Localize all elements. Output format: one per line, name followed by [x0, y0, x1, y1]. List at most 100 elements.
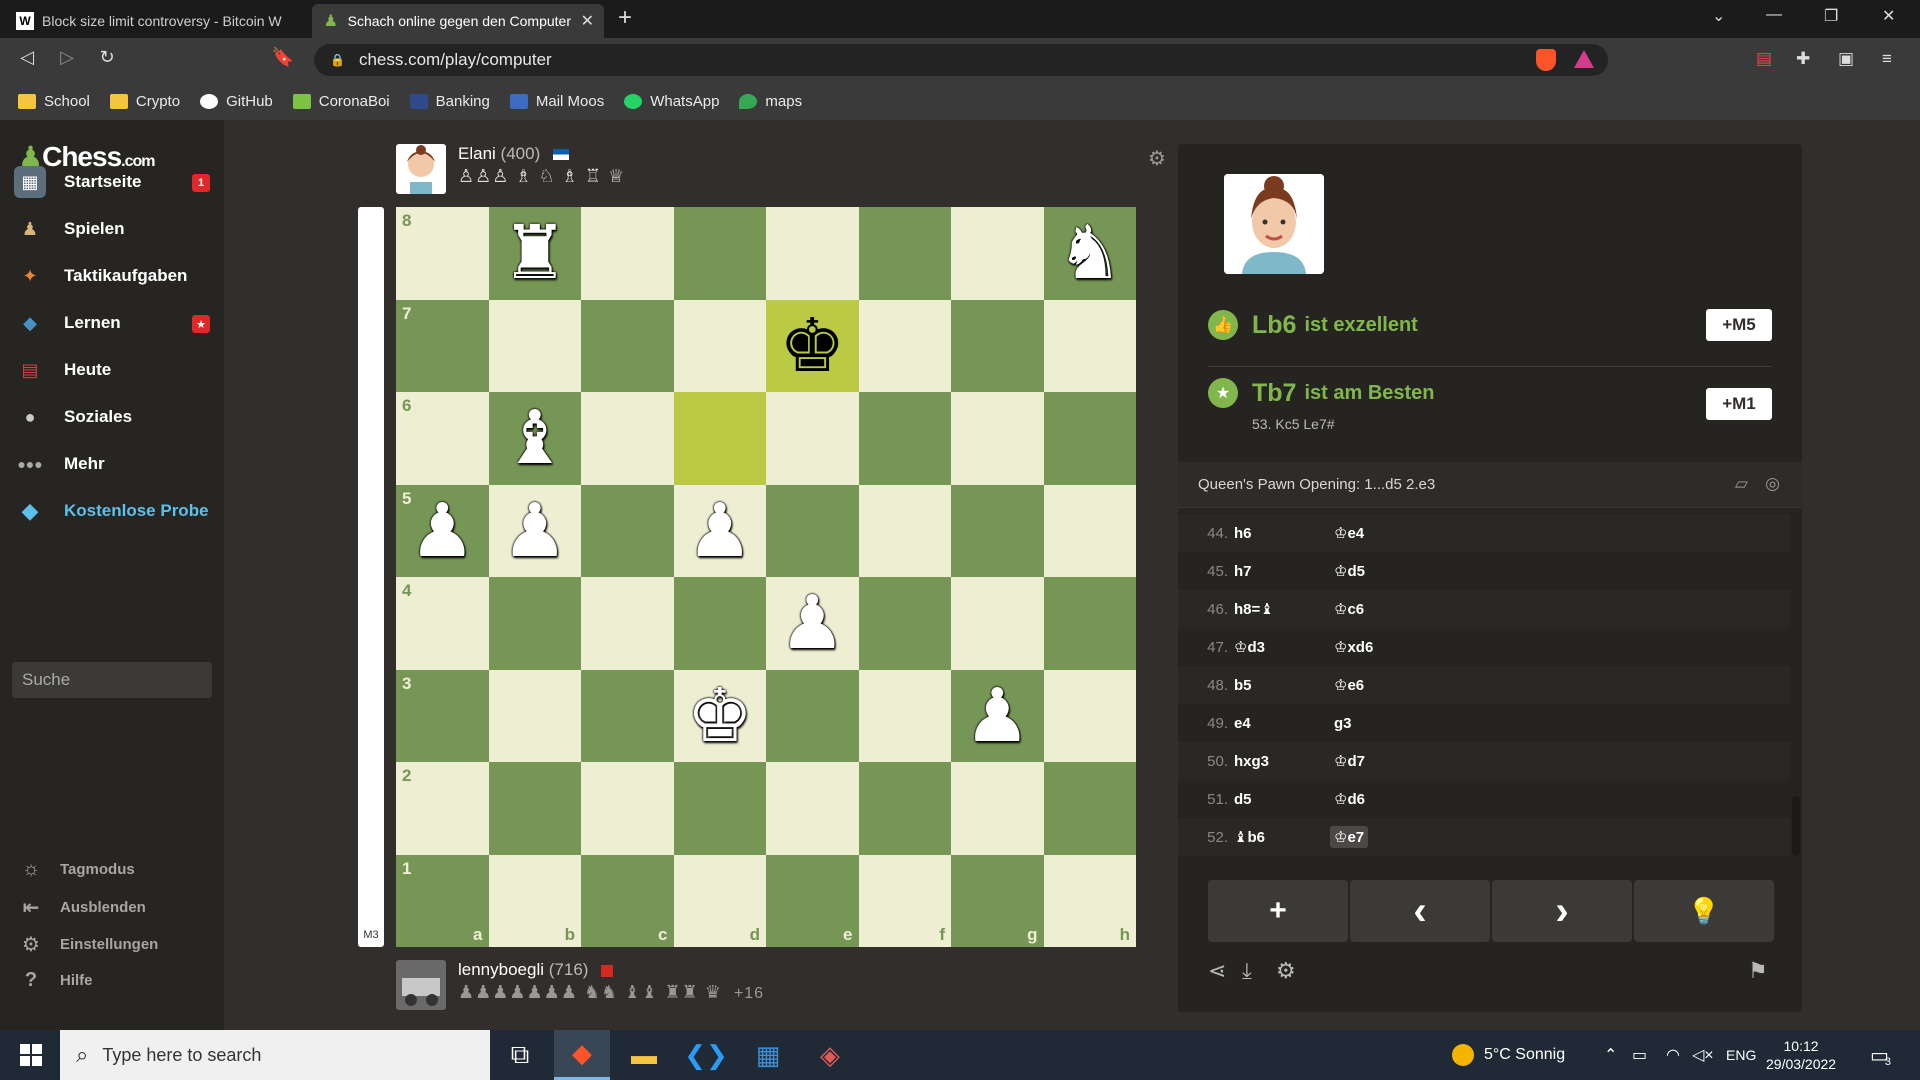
share-icon[interactable]: ⋖ [1208, 958, 1226, 984]
square-c4[interactable] [581, 577, 674, 670]
square-e6[interactable] [766, 392, 859, 485]
square-e3[interactable] [766, 669, 859, 762]
explorer-icon[interactable]: ◎ [1765, 474, 1780, 494]
square-a2[interactable]: 2 [396, 762, 489, 855]
taskbar-search[interactable]: ⌕ Type here to search [60, 1030, 490, 1080]
player-name[interactable]: Elani [458, 144, 496, 163]
white-move[interactable]: h8=♝ [1234, 600, 1274, 618]
square-a6[interactable]: 6 [396, 392, 489, 485]
square-a1[interactable]: 1a [396, 854, 489, 947]
piece-h8[interactable]: ♞ [1044, 207, 1137, 300]
white-move[interactable]: h7 [1234, 563, 1252, 580]
bookmark-school[interactable]: School [18, 93, 90, 110]
calculator-icon[interactable]: ▦ [740, 1030, 796, 1080]
square-b3[interactable] [488, 669, 581, 762]
square-g5[interactable] [951, 484, 1044, 577]
vscode-icon[interactable]: ❮❯ [678, 1030, 734, 1080]
piece-a5[interactable]: ♟ [396, 485, 489, 578]
square-f8[interactable] [858, 207, 951, 300]
white-move[interactable]: hxg3 [1234, 753, 1269, 770]
next-move-button[interactable]: › [1492, 880, 1632, 942]
black-move[interactable]: ♔xd6 [1330, 636, 1377, 658]
bot-avatar[interactable] [396, 144, 446, 194]
book-icon[interactable]: ▱ [1735, 474, 1748, 494]
file-explorer-icon[interactable]: ▬ [616, 1030, 672, 1080]
resign-flag-icon[interactable]: ⚑ [1748, 958, 1768, 984]
square-g1[interactable]: g [951, 854, 1044, 947]
square-b7[interactable] [488, 299, 581, 392]
square-f3[interactable] [858, 669, 951, 762]
sidebar-item-mehr[interactable]: ●●● Mehr [14, 444, 220, 484]
square-c7[interactable] [581, 299, 674, 392]
square-f4[interactable] [858, 577, 951, 670]
square-d6[interactable] [673, 392, 766, 485]
square-g8[interactable] [951, 207, 1044, 300]
tab-dropdown-icon[interactable]: ⌄ [1712, 6, 1725, 26]
tray-overflow-icon[interactable]: ⌃ [1604, 1030, 1617, 1080]
bookmark-coronaboi[interactable]: CoronaBoi [292, 93, 390, 110]
back-button[interactable]: ◁ [14, 47, 40, 68]
extensions-puzzle-icon[interactable]: ✚ [1796, 49, 1810, 69]
square-h1[interactable]: h [1043, 854, 1136, 947]
task-view-icon[interactable]: ⧉ [492, 1030, 548, 1080]
square-f6[interactable] [858, 392, 951, 485]
forward-button[interactable]: ▷ [54, 47, 80, 68]
sidebar-footer-ausblenden[interactable]: ⇤ Ausblenden [18, 895, 146, 920]
black-move[interactable]: ♔e4 [1330, 522, 1368, 544]
square-c1[interactable]: c [581, 854, 674, 947]
square-e5[interactable] [766, 484, 859, 577]
white-move[interactable]: b5 [1234, 677, 1252, 694]
sidebar-item-startseite[interactable]: ▦ Startseite 1 [14, 162, 220, 202]
bookmark-mail-moos[interactable]: Mail Moos [509, 93, 604, 110]
square-e2[interactable] [766, 762, 859, 855]
square-h7[interactable] [1043, 299, 1136, 392]
brave-rewards-icon[interactable] [1574, 50, 1594, 68]
sidebar-item-heute[interactable]: ▤ Heute [14, 350, 220, 390]
piece-e4[interactable]: ♟ [766, 577, 859, 670]
tab-bitcoin[interactable]: W Block size limit controversy - Bitcoin… [6, 4, 312, 38]
square-g7[interactable] [951, 299, 1044, 392]
square-d8[interactable] [673, 207, 766, 300]
black-move[interactable]: ♔e7 [1330, 826, 1369, 848]
black-move[interactable]: ♔e6 [1330, 674, 1368, 696]
search-input[interactable] [12, 662, 212, 698]
sidebar-item-taktikaufgaben[interactable]: ✦ Taktikaufgaben [14, 256, 220, 296]
close-tab-icon[interactable]: ✕ [573, 11, 594, 31]
add-button[interactable]: + [1208, 880, 1348, 942]
square-b1[interactable]: b [488, 854, 581, 947]
sidebar-item-soziales[interactable]: ● Soziales [14, 397, 220, 437]
hint-button[interactable]: 💡 [1634, 880, 1774, 942]
black-move[interactable]: ♔d5 [1330, 560, 1369, 582]
square-g6[interactable] [951, 392, 1044, 485]
download-icon[interactable]: ⤓ [1242, 958, 1252, 984]
piece-b8[interactable]: ♜ [489, 207, 582, 300]
square-g2[interactable] [951, 762, 1044, 855]
sidebar-footer-hilfe[interactable]: ? Hilfe [18, 969, 93, 992]
square-c6[interactable] [581, 392, 674, 485]
sidebar-footer-einstellungen[interactable]: ⚙ Einstellungen [18, 932, 158, 957]
close-window-button[interactable]: ✕ [1882, 6, 1895, 26]
black-move[interactable]: ♔d6 [1330, 788, 1369, 810]
square-a7[interactable]: 7 [396, 299, 489, 392]
new-tab-button[interactable]: + [618, 4, 632, 32]
bookmark-whatsapp[interactable]: WhatsApp [624, 93, 719, 110]
square-h4[interactable] [1043, 577, 1136, 670]
score-badge[interactable]: +M1 [1706, 388, 1772, 420]
square-c3[interactable] [581, 669, 674, 762]
square-h2[interactable] [1043, 762, 1136, 855]
square-d1[interactable]: d [673, 854, 766, 947]
chess-board[interactable]: 8 7 6 5 4 3 2 1 a b c d e f g h ♜ ♞ ♚ ♝ ♟ ♟ ♟ ♟ ♚ ♟ [396, 207, 1136, 947]
weather-widget[interactable]: 5°C Sonnig [1452, 1030, 1565, 1080]
move-list-scrollbar[interactable] [1792, 796, 1800, 856]
clock[interactable]: 10:12 29/03/2022 [1766, 1030, 1836, 1080]
brave-shield-icon[interactable] [1536, 49, 1556, 71]
piece-d5[interactable]: ♟ [674, 485, 767, 578]
square-h6[interactable] [1043, 392, 1136, 485]
menu-icon[interactable]: ≡ [1882, 49, 1892, 69]
minimize-button[interactable]: — [1766, 6, 1782, 24]
restore-button[interactable]: ❐ [1824, 6, 1838, 26]
square-f1[interactable]: f [858, 854, 951, 947]
player-name[interactable]: lennyboegli [458, 960, 544, 979]
square-f2[interactable] [858, 762, 951, 855]
piece-b6[interactable]: ♝ [489, 392, 582, 485]
